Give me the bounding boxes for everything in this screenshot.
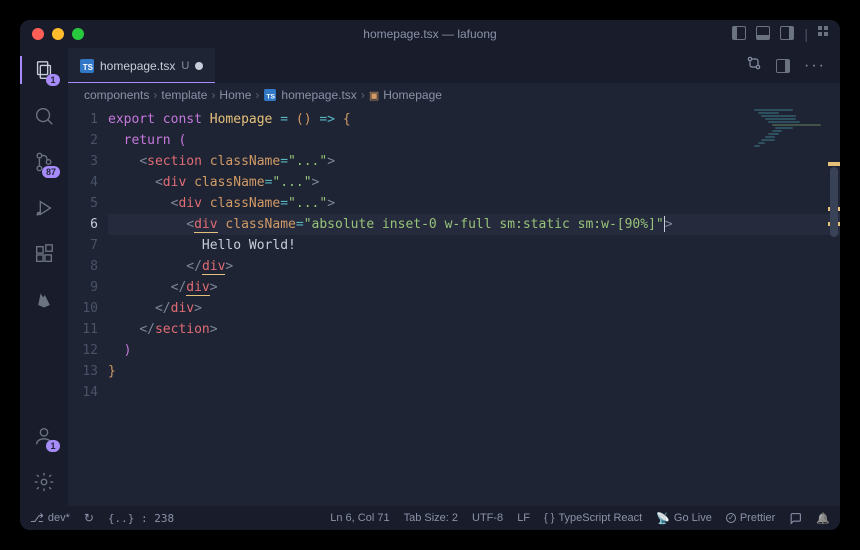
account-icon[interactable]: 1 bbox=[30, 422, 58, 450]
tab-git-status: U bbox=[181, 60, 189, 72]
toggle-sidebar-right-icon[interactable] bbox=[780, 26, 794, 40]
status-bar: dev* {..} : 238 Ln 6, Col 71 Tab Size: 2… bbox=[20, 506, 840, 530]
line-number-gutter: 12345 6 7891011121314 bbox=[68, 107, 108, 506]
git-branch-icon bbox=[30, 511, 44, 525]
search-icon[interactable] bbox=[30, 102, 58, 130]
close-window-button[interactable] bbox=[32, 28, 44, 40]
maximize-window-button[interactable] bbox=[72, 28, 84, 40]
vscode-window: homepage.tsx — lafuong | 1 87 bbox=[20, 20, 840, 530]
titlebar-layout-controls: | bbox=[732, 26, 828, 42]
status-problems[interactable]: {..} : 238 bbox=[108, 512, 174, 525]
more-actions-icon[interactable]: ··· bbox=[804, 57, 826, 75]
braces-icon: { } bbox=[544, 512, 554, 524]
source-control-icon[interactable]: 87 bbox=[30, 148, 58, 176]
explorer-icon[interactable]: 1 bbox=[30, 56, 58, 84]
code-content[interactable]: export const Homepage = () => { return (… bbox=[108, 107, 840, 506]
status-cursor-position[interactable]: Ln 6, Col 71 bbox=[330, 512, 389, 524]
status-sync[interactable] bbox=[84, 511, 94, 525]
status-eol[interactable]: LF bbox=[517, 512, 530, 524]
minimap[interactable] bbox=[754, 109, 824, 149]
toggle-panel-icon[interactable] bbox=[756, 26, 770, 40]
breadcrumb-segment[interactable]: components bbox=[84, 88, 149, 102]
status-language-mode[interactable]: { }TypeScript React bbox=[544, 512, 642, 524]
tab-filename: homepage.tsx bbox=[100, 59, 175, 73]
breadcrumb[interactable]: components › template › Home › TS homepa… bbox=[68, 83, 840, 107]
sync-icon bbox=[84, 511, 94, 525]
status-notifications[interactable] bbox=[816, 512, 830, 525]
extensions-icon[interactable] bbox=[30, 240, 58, 268]
symbol-variable-icon: ▣ bbox=[369, 89, 379, 102]
chevron-right-icon: › bbox=[211, 88, 215, 102]
customize-layout-icon[interactable] bbox=[818, 26, 828, 36]
unsaved-dot-icon bbox=[195, 62, 203, 70]
scrollbar-thumb[interactable] bbox=[830, 167, 838, 237]
window-title: homepage.tsx — lafuong bbox=[363, 27, 496, 41]
explorer-badge: 1 bbox=[46, 74, 60, 86]
account-badge: 1 bbox=[46, 440, 60, 452]
firebase-icon[interactable] bbox=[30, 286, 58, 314]
scm-badge: 87 bbox=[42, 166, 60, 178]
split-editor-icon[interactable] bbox=[776, 59, 790, 73]
bell-icon bbox=[816, 512, 830, 525]
titlebar: homepage.tsx — lafuong | bbox=[20, 20, 840, 48]
chevron-right-icon: › bbox=[153, 88, 157, 102]
status-go-live[interactable]: 📡Go Live bbox=[656, 512, 712, 525]
vertical-scrollbar[interactable] bbox=[828, 107, 840, 506]
breadcrumb-segment[interactable]: Home bbox=[219, 88, 251, 102]
broadcast-icon: 📡 bbox=[656, 512, 670, 525]
settings-gear-icon[interactable] bbox=[30, 468, 58, 496]
breadcrumb-segment[interactable]: homepage.tsx bbox=[281, 88, 356, 102]
typescript-react-icon: TS bbox=[80, 59, 94, 73]
toggle-sidebar-left-icon[interactable] bbox=[732, 26, 746, 40]
breadcrumb-segment[interactable]: Homepage bbox=[383, 88, 442, 102]
status-branch[interactable]: dev* bbox=[30, 511, 70, 525]
minimize-window-button[interactable] bbox=[52, 28, 64, 40]
chevron-right-icon: › bbox=[361, 88, 365, 102]
breadcrumb-segment[interactable]: template bbox=[161, 88, 207, 102]
chevron-right-icon: › bbox=[255, 88, 259, 102]
compare-changes-icon[interactable] bbox=[746, 55, 762, 76]
tab-homepage[interactable]: TS homepage.tsx U bbox=[68, 48, 215, 83]
traffic-lights bbox=[32, 28, 84, 40]
status-prettier[interactable]: Prettier bbox=[726, 512, 775, 524]
typescript-react-icon: TS bbox=[264, 89, 276, 101]
status-tab-size[interactable]: Tab Size: 2 bbox=[404, 512, 458, 524]
check-circle-icon bbox=[726, 513, 736, 523]
editor[interactable]: 12345 6 7891011121314 export const Homep… bbox=[68, 107, 840, 506]
status-feedback[interactable] bbox=[789, 512, 802, 525]
run-debug-icon[interactable] bbox=[30, 194, 58, 222]
activity-bar: 1 87 1 bbox=[20, 48, 68, 506]
tab-bar: TS homepage.tsx U ··· bbox=[68, 48, 840, 83]
status-encoding[interactable]: UTF-8 bbox=[472, 512, 503, 524]
